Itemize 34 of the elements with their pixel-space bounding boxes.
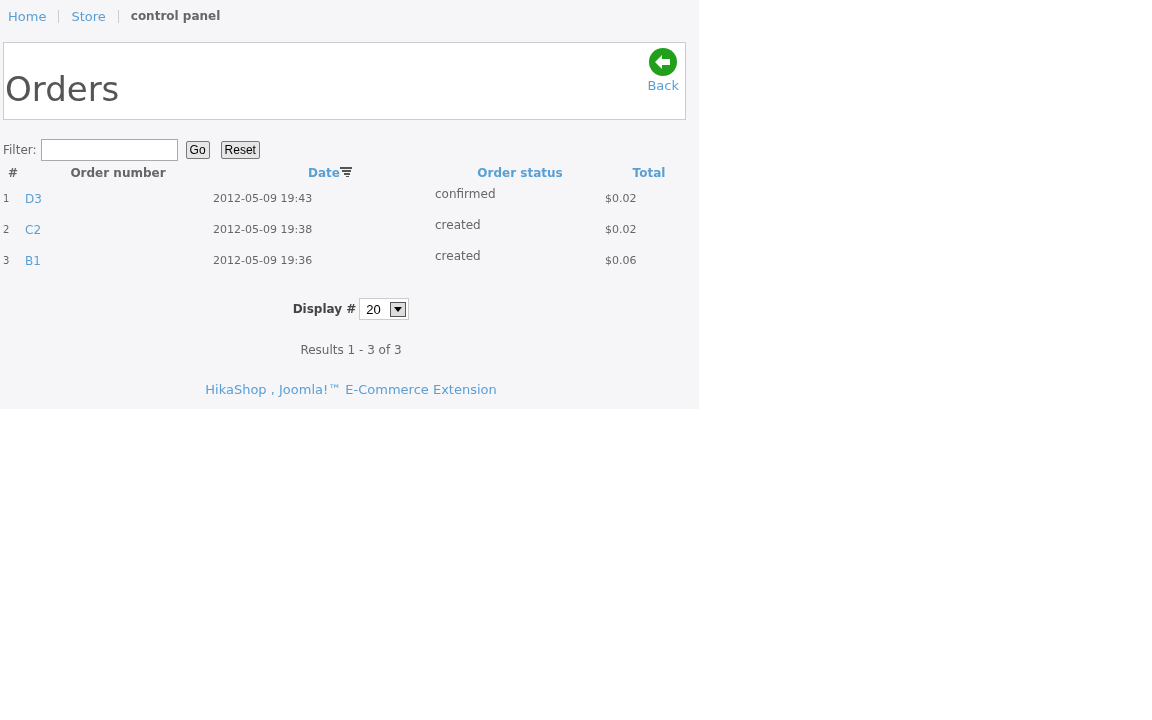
filter-label: Filter: (3, 143, 37, 157)
row-number: 1 (3, 193, 10, 204)
table-cell: $0.02 (605, 192, 637, 205)
table-cell: 2012-05-09 19:36 (213, 254, 313, 267)
order-link[interactable]: B1 (23, 253, 41, 268)
footer-link[interactable]: HikaShop , Joomla!™ E-Commerce Extension (205, 382, 497, 397)
sort-descending-icon[interactable] (339, 167, 352, 177)
row-number: 3 (3, 255, 10, 266)
row-number: 2 (3, 224, 10, 235)
table-cell: created (435, 249, 481, 263)
table-cell: 2012-05-09 19:43 (213, 192, 313, 205)
table-cell: confirmed (435, 187, 496, 201)
go-button[interactable]: Go (185, 141, 210, 159)
filter-field[interactable] (40, 139, 178, 161)
column-header[interactable]: Total (605, 163, 693, 183)
back-button[interactable]: Back (647, 47, 679, 119)
breadcrumb-current: control panel (130, 9, 221, 23)
display-select[interactable]: 20 (359, 298, 410, 320)
table-cell: 2012-05-09 19:38 (213, 223, 313, 236)
column-header[interactable]: Order status (435, 163, 605, 183)
column-header: # (6, 165, 20, 182)
column-header: Order number (69, 165, 167, 182)
breadcrumb-link[interactable]: Store (71, 8, 106, 24)
display-label: Display # (292, 302, 357, 316)
breadcrumb-link[interactable]: Home (8, 8, 47, 24)
table-cell: $0.06 (605, 254, 637, 267)
order-link[interactable]: C2 (23, 222, 41, 237)
table-cell: $0.02 (605, 223, 637, 236)
page-title: Orders (5, 69, 120, 111)
table-cell: created (435, 218, 481, 232)
column-header[interactable]: Date (213, 163, 435, 183)
reset-button[interactable]: Reset (220, 141, 260, 159)
results-count: Results 1 - 3 of 3 (299, 343, 403, 357)
order-link[interactable]: D3 (23, 191, 42, 206)
